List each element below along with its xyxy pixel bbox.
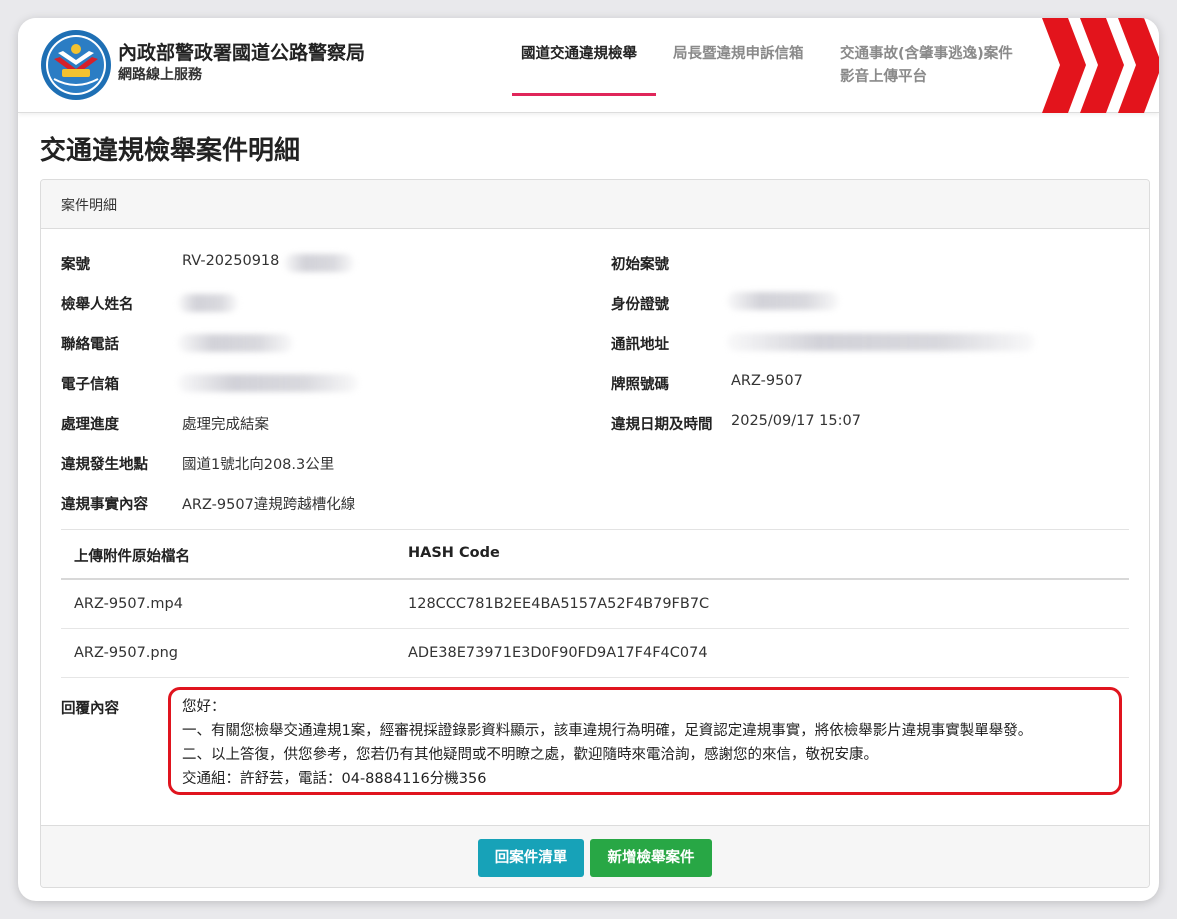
nav-active-underline <box>512 93 656 96</box>
redacted-case-no-suffix <box>284 254 354 272</box>
label-phone: 聯絡電話 <box>61 337 119 353</box>
table-top-border <box>61 529 1129 530</box>
page-title: 交通違規檢舉案件明細 <box>40 136 301 166</box>
label-case-no: 案號 <box>61 257 90 273</box>
value-content: ARZ-9507違規跨越槽化線 <box>182 497 356 513</box>
label-status: 處理進度 <box>61 417 119 433</box>
card-header-title: 案件明細 <box>61 198 117 214</box>
table-row-hash: 128CCC781B2EE4BA5157A52F4B79FB7C <box>408 596 710 612</box>
value-status: 處理完成結案 <box>182 417 269 433</box>
org-name: 內政部警政署國道公路警察局 <box>118 42 366 64</box>
table-header-border <box>61 578 1129 580</box>
site-header: 內政部警政署國道公路警察局 網路線上服務 國道交通違規檢舉 局長暨違規申訴信箱 … <box>18 18 1159 113</box>
redacted-email <box>178 374 358 392</box>
label-location: 違規發生地點 <box>61 457 148 473</box>
label-id-number: 身份證號 <box>611 297 669 313</box>
label-content: 違規事實內容 <box>61 497 148 513</box>
redacted-phone <box>178 334 293 352</box>
nav-accident-label-line1: 交通事故(含肇事逃逸)案件 <box>840 46 1013 62</box>
case-detail-card: 案件明細 案號 RV-20250918 檢舉人姓名 聯絡電話 電子信箱 處理進度… <box>40 179 1150 888</box>
card-header: 案件明細 <box>41 180 1149 229</box>
card-footer: 回案件清單 新增檢舉案件 <box>41 825 1149 887</box>
table-row-filename: ARZ-9507.mp4 <box>74 596 183 612</box>
reply-highlight-box <box>168 687 1122 795</box>
value-plate: ARZ-9507 <box>731 373 803 389</box>
nav-traffic-violation-report[interactable]: 國道交通違規檢舉 <box>521 43 637 66</box>
nav-accident-label-line2: 影音上傳平台 <box>840 69 927 85</box>
value-violation-datetime: 2025/09/17 15:07 <box>731 413 861 429</box>
label-original-case-no: 初始案號 <box>611 257 669 273</box>
back-to-case-list-button[interactable]: 回案件清單 <box>478 839 584 877</box>
label-address: 通訊地址 <box>611 337 669 353</box>
label-violation-datetime: 違規日期及時間 <box>611 417 713 433</box>
redacted-id-number <box>727 292 839 310</box>
nav-director-complaint-mailbox[interactable]: 局長暨違規申訴信箱 <box>673 43 804 66</box>
redacted-reporter-name <box>178 294 238 312</box>
org-subtitle: 網路線上服務 <box>118 67 202 83</box>
value-location: 國道1號北向208.3公里 <box>182 457 335 473</box>
browser-frame: 內政部警政署國道公路警察局 網路線上服務 國道交通違規檢舉 局長暨違規申訴信箱 … <box>18 18 1159 901</box>
redacted-address <box>727 333 1035 351</box>
label-email: 電子信箱 <box>61 377 119 393</box>
table-row-hash: ADE38E73971E3D0F90FD9A17F4F4C074 <box>408 645 708 661</box>
table-header-filename: 上傳附件原始檔名 <box>74 549 190 565</box>
table-row-filename: ARZ-9507.png <box>74 645 179 661</box>
nav-accident-upload-platform[interactable]: 交通事故(含肇事逃逸)案件 影音上傳平台 <box>840 43 1013 89</box>
new-report-case-button[interactable]: 新增檢舉案件 <box>590 839 712 877</box>
table-header-hash: HASH Code <box>408 545 500 561</box>
table-row-divider <box>61 628 1129 629</box>
value-case-no: RV-20250918 <box>182 253 280 269</box>
red-chevrons-decoration <box>1042 18 1159 113</box>
label-reporter-name: 檢舉人姓名 <box>61 297 134 313</box>
label-reply: 回覆內容 <box>61 701 119 717</box>
label-plate: 牌照號碼 <box>611 377 669 393</box>
table-row-divider <box>61 677 1129 678</box>
police-emblem-logo <box>41 30 111 100</box>
